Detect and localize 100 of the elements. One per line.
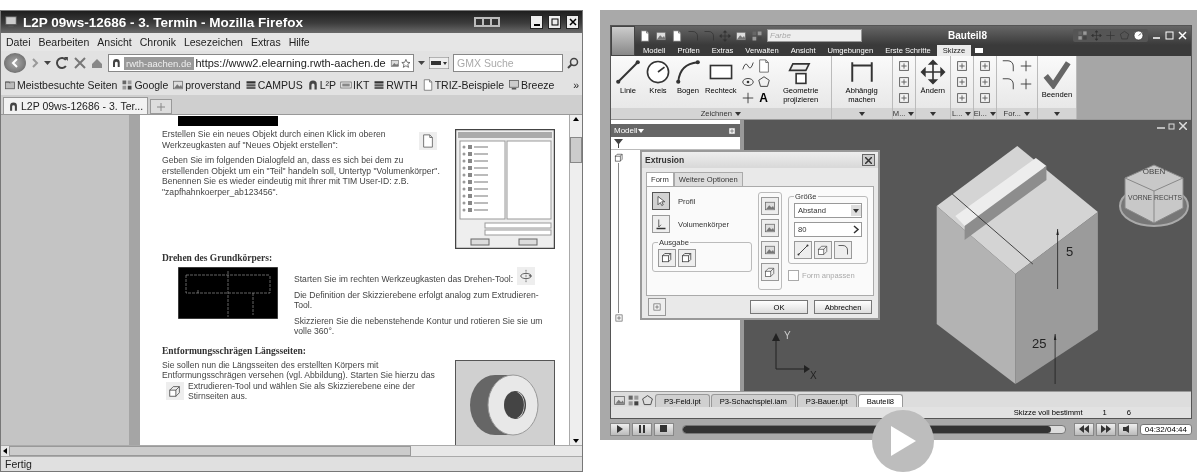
axis-label: Y [784,330,791,341]
operation-button[interactable] [761,263,779,281]
viewcube-drawing[interactable] [1119,164,1189,227]
bookmark-link[interactable]: CAMPUS [244,79,303,91]
caret-icon[interactable] [1053,111,1060,116]
caret-icon[interactable] [858,111,865,116]
caret-icon[interactable] [734,111,741,116]
sketch-tool-icon[interactable] [977,59,992,73]
operation-button[interactable] [761,241,779,259]
caret-icon[interactable] [965,111,972,116]
scroll-thumb[interactable] [570,137,582,163]
sketch-tool-icon[interactable] [896,91,911,105]
menu-item[interactable]: Hilfe [288,36,310,48]
input-select-button[interactable] [652,215,670,233]
help-toolbar-icon[interactable] [1133,30,1144,41]
menu-item[interactable]: Ansicht [97,36,132,48]
sketch-tool-icon[interactable] [896,75,911,89]
window-title: Bauteil8 [947,30,988,41]
caret-icon[interactable] [989,111,996,116]
site-icon [8,100,19,112]
bookmark-link[interactable]: Breeze [508,79,555,91]
menu-item[interactable]: Extras [250,36,281,48]
bookmark-star-icon[interactable] [401,57,412,69]
restore-icon[interactable] [1168,122,1176,130]
filter-icon[interactable] [614,138,623,148]
fast-forward-icon[interactable] [1100,425,1111,433]
caret-icon[interactable] [637,128,644,133]
bookmark-link[interactable]: Meistbesuchte Seiten [4,79,118,91]
caret-icon[interactable] [929,111,936,116]
bookmark-link[interactable]: IKT [340,79,370,91]
operation-button[interactable] [761,219,779,237]
home-icon[interactable] [90,56,105,70]
tree-node-icon[interactable] [614,153,624,163]
direction-button[interactable] [834,241,852,259]
horizontal-scrollbar[interactable] [1,445,582,456]
caret-icon[interactable] [1023,111,1030,116]
bookmark-link[interactable]: Google [121,79,169,91]
view-tab-icon[interactable] [641,394,654,407]
quick-access-icon[interactable] [655,29,667,42]
quick-access-icon[interactable] [671,29,683,42]
browser-tab[interactable]: L2P 09ws-12686 - 3. Ter... [3,97,149,114]
bookmark-link[interactable]: TRIZ-Beispiele [421,79,505,91]
sketch-tool-icon[interactable] [977,91,992,105]
sketch-tool-icon[interactable] [1000,77,1015,91]
sketch-tool-icon[interactable] [954,75,969,89]
bookmark-link[interactable]: RWTH [373,79,418,91]
quick-access-icon[interactable] [735,29,747,42]
caret-icon[interactable] [43,60,51,66]
search-field[interactable]: GMX Suche [453,54,564,72]
search-icon[interactable] [567,57,579,69]
menu-item[interactable]: Bearbeiten [38,36,90,48]
output-button[interactable] [678,249,696,267]
operation-button[interactable] [761,197,779,215]
sketch-tool-icon[interactable] [896,59,911,73]
tree-node-icon[interactable] [614,313,624,323]
search-engine-icon[interactable] [429,57,450,69]
play-icon[interactable] [616,425,624,433]
menu-item[interactable]: Lesezeichen [183,36,243,48]
reload-icon[interactable] [54,56,69,70]
sketch-tool-icon[interactable] [954,91,969,105]
rewind-icon[interactable] [1078,425,1089,433]
chevron-right-icon[interactable] [851,224,861,235]
input-select-button[interactable] [652,192,670,210]
polygon-icon[interactable] [756,75,771,89]
view-tab-icon[interactable] [627,394,640,407]
pause-icon[interactable] [638,425,646,433]
volume-button[interactable] [1117,422,1138,436]
view-tab-icon[interactable] [613,394,626,407]
direction-button[interactable] [814,241,832,259]
sketch-tool-icon[interactable] [977,75,992,89]
menu-item[interactable]: Chronik [139,36,176,48]
address-bar[interactable]: rwth-aachen.de https://www2.elearning.rwth-aachen.de [108,54,415,72]
url-text[interactable]: https://www2.elearning.rwth-aachen.de [195,57,386,69]
stop-button[interactable] [654,422,674,436]
bookmark-link[interactable]: L²P [306,79,336,91]
menu-item[interactable]: Datei [6,36,31,48]
ellipse-icon[interactable] [740,75,755,89]
sketch-tool-icon[interactable] [1000,59,1015,73]
caret-icon[interactable] [418,60,426,66]
fast-forward-button[interactable] [1095,422,1116,436]
rewind-button[interactable] [1073,422,1094,436]
quick-access-icon[interactable] [639,29,651,42]
sketch-tool-icon[interactable] [954,59,969,73]
image-icon [172,79,185,91]
stop-icon[interactable] [660,425,668,433]
direction-button[interactable] [794,241,812,259]
back-button[interactable] [4,53,26,73]
pause-button[interactable] [632,422,652,436]
appearance-field[interactable]: Farbe [767,29,862,42]
page-icon[interactable] [756,59,771,73]
text-tool-button[interactable]: A [756,91,771,105]
vertical-scrollbar[interactable] [569,115,582,445]
play-button[interactable] [610,422,630,436]
application-button[interactable] [611,26,635,56]
output-button[interactable] [658,249,676,267]
more-bookmarks-button[interactable]: » [573,79,579,91]
bookmark-link[interactable]: proverstand [172,79,241,91]
viewcube-face-label[interactable]: OBEN [1142,167,1166,176]
panel-title[interactable]: Modell [614,126,638,135]
caret-icon[interactable] [908,111,915,116]
